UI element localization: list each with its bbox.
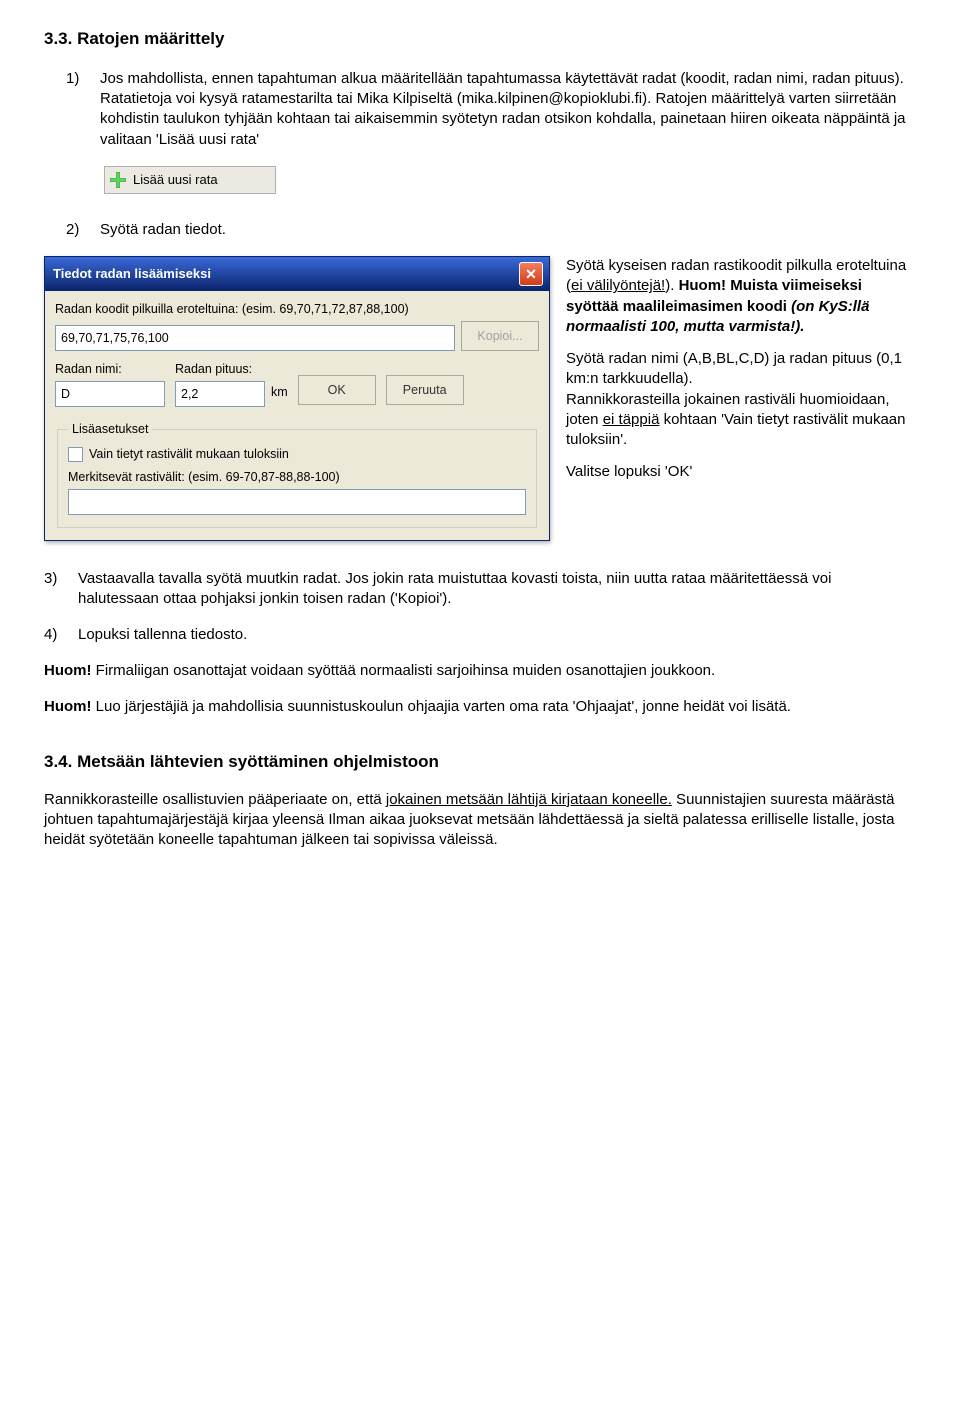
add-new-course-box[interactable]: Lisää uusi rata [104, 166, 276, 194]
s1u: ei välilyöntejä! [571, 277, 665, 294]
s2u: ei täppiä [603, 411, 660, 428]
s1b: ). [665, 277, 678, 294]
name-label: Radan nimi: [55, 361, 165, 378]
cancel-button[interactable]: Peruuta [386, 375, 464, 405]
km-label: km [271, 384, 288, 401]
list-text-3: Vastaavalla tavalla syötä muutkin radat.… [78, 569, 916, 610]
list-text-1: Jos mahdollista, ennen tapahtuman alkua … [100, 69, 916, 150]
s2a: Syötä radan nimi (A,B,BL,C,D) ja radan p… [566, 350, 902, 387]
advanced-settings-legend: Lisäasetukset [68, 421, 152, 438]
length-label: Radan pituus: [175, 361, 265, 378]
list-text-4: Lopuksi tallenna tiedosto. [78, 625, 916, 645]
dialog-window: Tiedot radan lisäämiseksi ✕ Radan koodit… [44, 256, 550, 540]
section-heading-3-4: 3.4. Metsään lähtevien syöttäminen ohjel… [44, 751, 916, 774]
length-input[interactable]: 2,2 [175, 381, 265, 407]
list-number-3: 3) [44, 569, 78, 610]
advanced-settings-group: Lisäasetukset Vain tietyt rastivälit muk… [57, 421, 537, 528]
huom1-text: Firmaliigan osanottajat voidaan syöttää … [92, 662, 716, 679]
copy-button[interactable]: Kopioi... [461, 321, 539, 351]
huom1-bold: Huom! [44, 662, 92, 679]
list-number-2: 2) [66, 220, 100, 240]
s1huom: Huom! [679, 277, 727, 294]
list-number-1: 1) [66, 69, 100, 150]
close-icon: ✕ [525, 265, 537, 284]
p2u: jokainen metsään lähtijä kirjataan konee… [386, 791, 672, 808]
section-heading-3-3: 3.3. Ratojen määrittely [44, 28, 916, 51]
huom2-text: Luo järjestäjiä ja mahdollisia suunnistu… [92, 698, 791, 715]
side-instructions: Syötä kyseisen radan rastikoodit pilkull… [566, 256, 916, 495]
only-intervals-label: Vain tietyt rastivälit mukaan tuloksiin [89, 446, 289, 463]
name-input[interactable]: D [55, 381, 165, 407]
add-new-course-label: Lisää uusi rata [133, 171, 218, 189]
ok-button[interactable]: OK [298, 375, 376, 405]
p2a: Rannikkorasteille osallistuvien pääperia… [44, 791, 386, 808]
list-number-4: 4) [44, 625, 78, 645]
significant-intervals-label: Merkitsevät rastivälit: (esim. 69-70,87-… [68, 469, 526, 486]
codes-label: Radan koodit pilkuilla eroteltuina: (esi… [55, 301, 539, 318]
plus-icon [109, 171, 127, 189]
list-text-2: Syötä radan tiedot. [100, 220, 916, 240]
codes-input[interactable]: 69,70,71,75,76,100 [55, 325, 455, 351]
significant-intervals-input[interactable] [68, 489, 526, 515]
dialog-title: Tiedot radan lisäämiseksi [53, 265, 211, 283]
only-intervals-checkbox[interactable] [68, 447, 83, 462]
close-button[interactable]: ✕ [519, 262, 543, 286]
dialog-titlebar: Tiedot radan lisäämiseksi ✕ [45, 257, 549, 291]
s3: Valitse lopuksi 'OK' [566, 462, 916, 482]
section-3-4-para: Rannikkorasteille osallistuvien pääperia… [44, 790, 916, 851]
huom2-bold: Huom! [44, 698, 92, 715]
